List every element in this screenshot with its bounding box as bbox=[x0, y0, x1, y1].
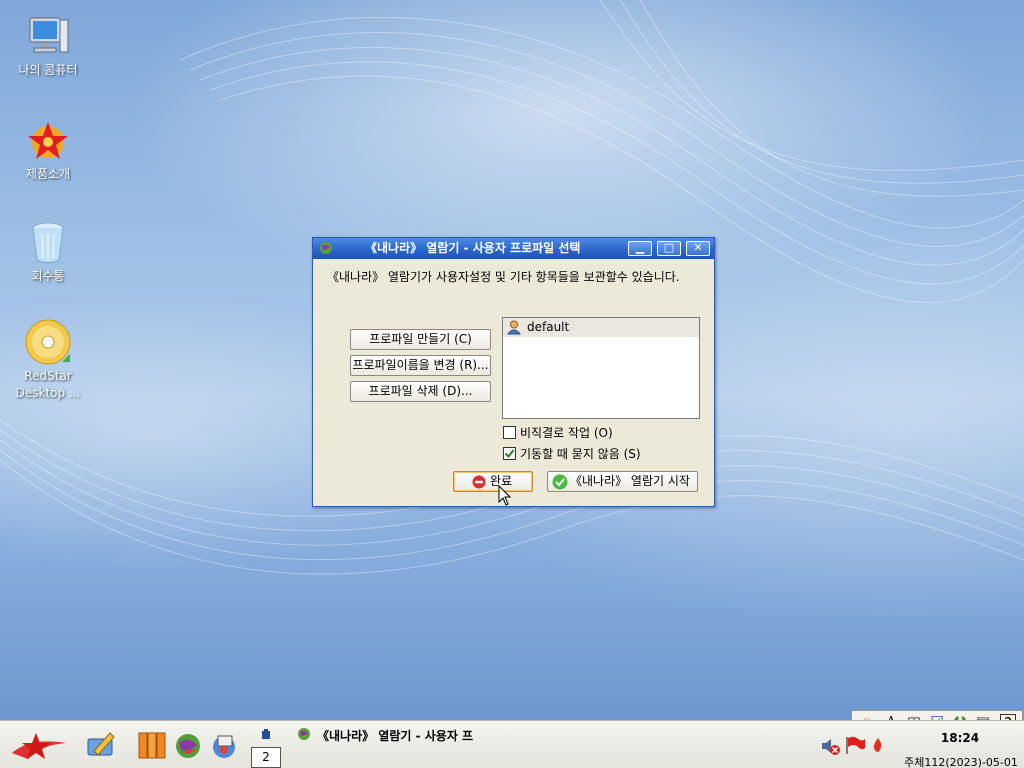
dialog-titlebar[interactable]: 《내나라》 열람기 - 사용자 프로파일 선택 ▁ □ ✕ bbox=[313, 238, 714, 259]
browser-globe-icon bbox=[320, 242, 332, 254]
work-offline-checkbox[interactable]: 비직결로 작업 (O) bbox=[503, 425, 613, 441]
flame-icon[interactable] bbox=[870, 737, 886, 753]
clock-time[interactable]: 18:24 bbox=[900, 731, 1020, 745]
checkbox-unchecked[interactable] bbox=[503, 426, 516, 439]
maximize-button[interactable]: □ bbox=[657, 241, 681, 256]
check-circle-icon bbox=[552, 474, 568, 490]
browser-globe-icon bbox=[298, 728, 310, 740]
minimize-icon: ▁ bbox=[635, 241, 645, 254]
desktop-icon-label: 회수통 bbox=[31, 269, 65, 283]
desktop-icon-label: 나의 콤퓨터 bbox=[18, 63, 78, 77]
trash-icon bbox=[32, 222, 64, 263]
computer-icon bbox=[29, 17, 69, 53]
taskbar: 2 《내나라》 열람기 - 사용자 프 18:24 주체112(2023)-05… bbox=[0, 720, 1024, 768]
close-icon: ✕ bbox=[693, 241, 703, 254]
desktop-icon-label: RedStar Desktop ... bbox=[15, 369, 81, 400]
workspace-indicator-icon bbox=[262, 729, 270, 739]
desktop-icon-my-computer[interactable]: 나의 콤퓨터 bbox=[0, 12, 96, 79]
profile-manager-dialog: 《내나라》 열람기 - 사용자 프로파일 선택 ▁ □ ✕ 《내나라》 열람기가… bbox=[312, 237, 715, 507]
delete-profile-button[interactable]: 프로파일 삭제 (D)... bbox=[350, 381, 491, 402]
redstar-product-icon bbox=[28, 122, 68, 159]
dont-ask-checkbox[interactable]: 기동할 때 묻지 않음 (S) bbox=[503, 446, 641, 462]
volume-muted-icon[interactable] bbox=[820, 735, 842, 757]
clock-date: 주체112(2023)-05-01 bbox=[904, 756, 1018, 768]
minimize-button[interactable]: ▁ bbox=[628, 241, 652, 256]
desktop-icon-redstar-cd[interactable]: RedStar Desktop ... bbox=[0, 318, 96, 402]
exit-button[interactable]: 완료 bbox=[453, 471, 533, 492]
stop-icon bbox=[472, 475, 486, 489]
start-browser-button[interactable]: 《내나라》 열람기 시작 bbox=[547, 471, 698, 492]
dont-ask-label: 기동할 때 묻지 않음 (S) bbox=[520, 447, 641, 461]
task-button-label: 《내나라》 열람기 - 사용자 프 bbox=[317, 729, 474, 743]
desktop: 나의 콤퓨터 제품소개 회수통 RedStar Desktop ... 《내나라… bbox=[0, 0, 1024, 720]
checkmark-icon bbox=[504, 449, 515, 459]
start-browser-label: 《내나라》 열람기 시작 bbox=[570, 474, 690, 488]
profile-name: default bbox=[527, 320, 570, 334]
list-item[interactable]: default bbox=[503, 318, 699, 337]
media-player-icon[interactable] bbox=[210, 732, 238, 760]
intro-text: 《내나라》 열람기가 사용자설정 및 기타 항목들을 보관할수 있습니다. bbox=[327, 270, 680, 284]
dialog-title: 《내나라》 열람기 - 사용자 프로파일 선택 bbox=[365, 241, 581, 255]
close-button[interactable]: ✕ bbox=[686, 241, 710, 256]
rename-profile-button[interactable]: 프로파일이름을 변경 (R)... bbox=[350, 355, 491, 376]
flag-icon[interactable] bbox=[844, 735, 866, 755]
desktop-icon-label: 제품소개 bbox=[25, 167, 71, 181]
maximize-icon: □ bbox=[663, 241, 675, 254]
desktop-icon-trash[interactable]: 회수통 bbox=[0, 218, 96, 285]
cd-icon bbox=[25, 319, 71, 365]
workspace-switcher[interactable]: 2 bbox=[251, 747, 281, 768]
create-profile-button[interactable]: 프로파일 만들기 (C) bbox=[350, 329, 491, 350]
browser-globe-icon[interactable] bbox=[175, 733, 201, 759]
text-editor-icon[interactable] bbox=[84, 729, 118, 759]
work-offline-label: 비직결로 작업 (O) bbox=[520, 426, 613, 440]
mouse-cursor-icon bbox=[498, 485, 512, 506]
start-menu-star-icon[interactable] bbox=[10, 729, 68, 763]
user-icon bbox=[507, 320, 521, 335]
task-button[interactable]: 《내나라》 열람기 - 사용자 프 bbox=[295, 724, 495, 748]
desktop-icon-product-intro[interactable]: 제품소개 bbox=[0, 116, 96, 183]
file-manager-icon[interactable] bbox=[137, 730, 167, 760]
checkbox-checked[interactable] bbox=[503, 447, 516, 460]
profile-list[interactable]: default bbox=[502, 317, 700, 419]
